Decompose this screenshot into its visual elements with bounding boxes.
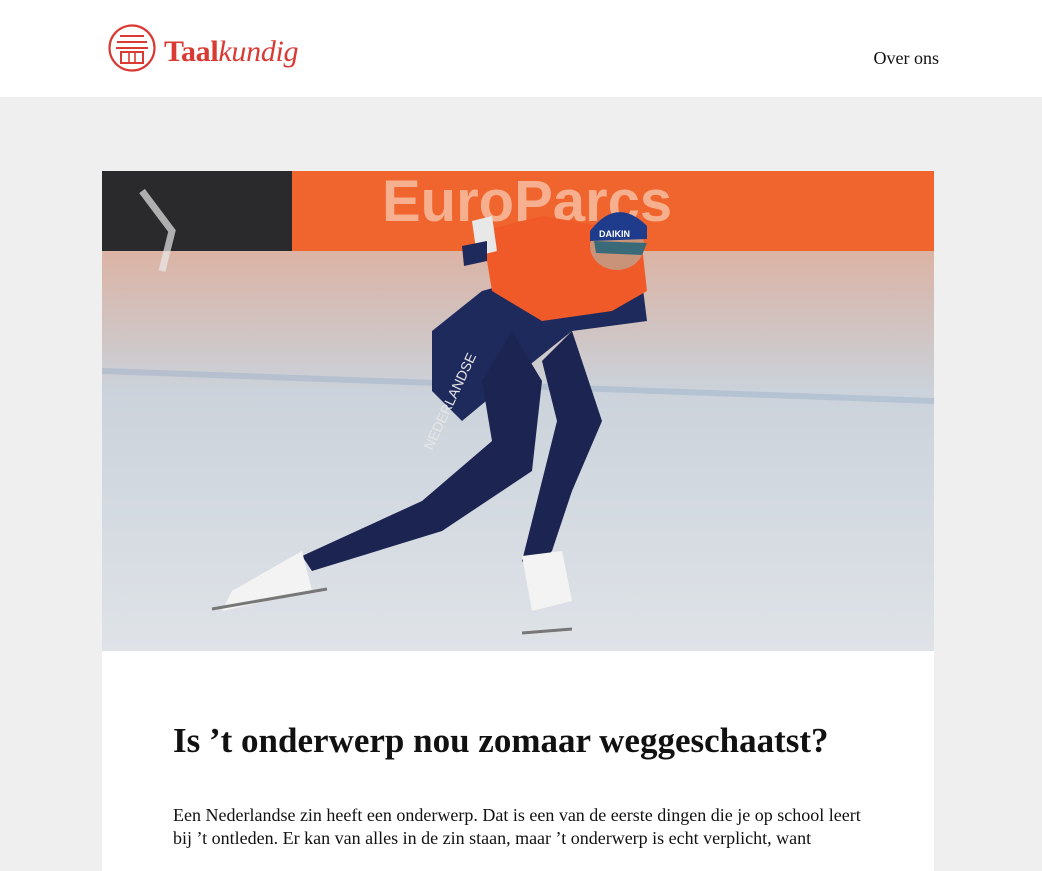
nav-about-link[interactable]: Over ons xyxy=(874,48,940,69)
building-icon xyxy=(108,24,156,72)
cap-text: DAIKIN xyxy=(599,229,630,239)
logo-wordmark: Taalkundig xyxy=(164,35,299,69)
hero-image: EuroParcs NEDERLANDSE DAIKIN xyxy=(102,171,934,651)
article-card: EuroParcs NEDERLANDSE DAIKIN Is ’t onder… xyxy=(102,171,934,871)
site-logo[interactable]: Taalkundig xyxy=(107,22,299,74)
article-title: Is ’t onderwerp nou zomaar weggeschaatst… xyxy=(173,721,829,760)
speed-skater-photo: EuroParcs NEDERLANDSE DAIKIN xyxy=(102,171,934,651)
logo-italic-text: kundig xyxy=(218,35,299,68)
article-body: Een Nederlandse zin heeft een onderwerp.… xyxy=(173,805,861,848)
logo-bold-text: Taal xyxy=(164,35,219,68)
site-header: Taalkundig Over ons xyxy=(0,0,1042,97)
